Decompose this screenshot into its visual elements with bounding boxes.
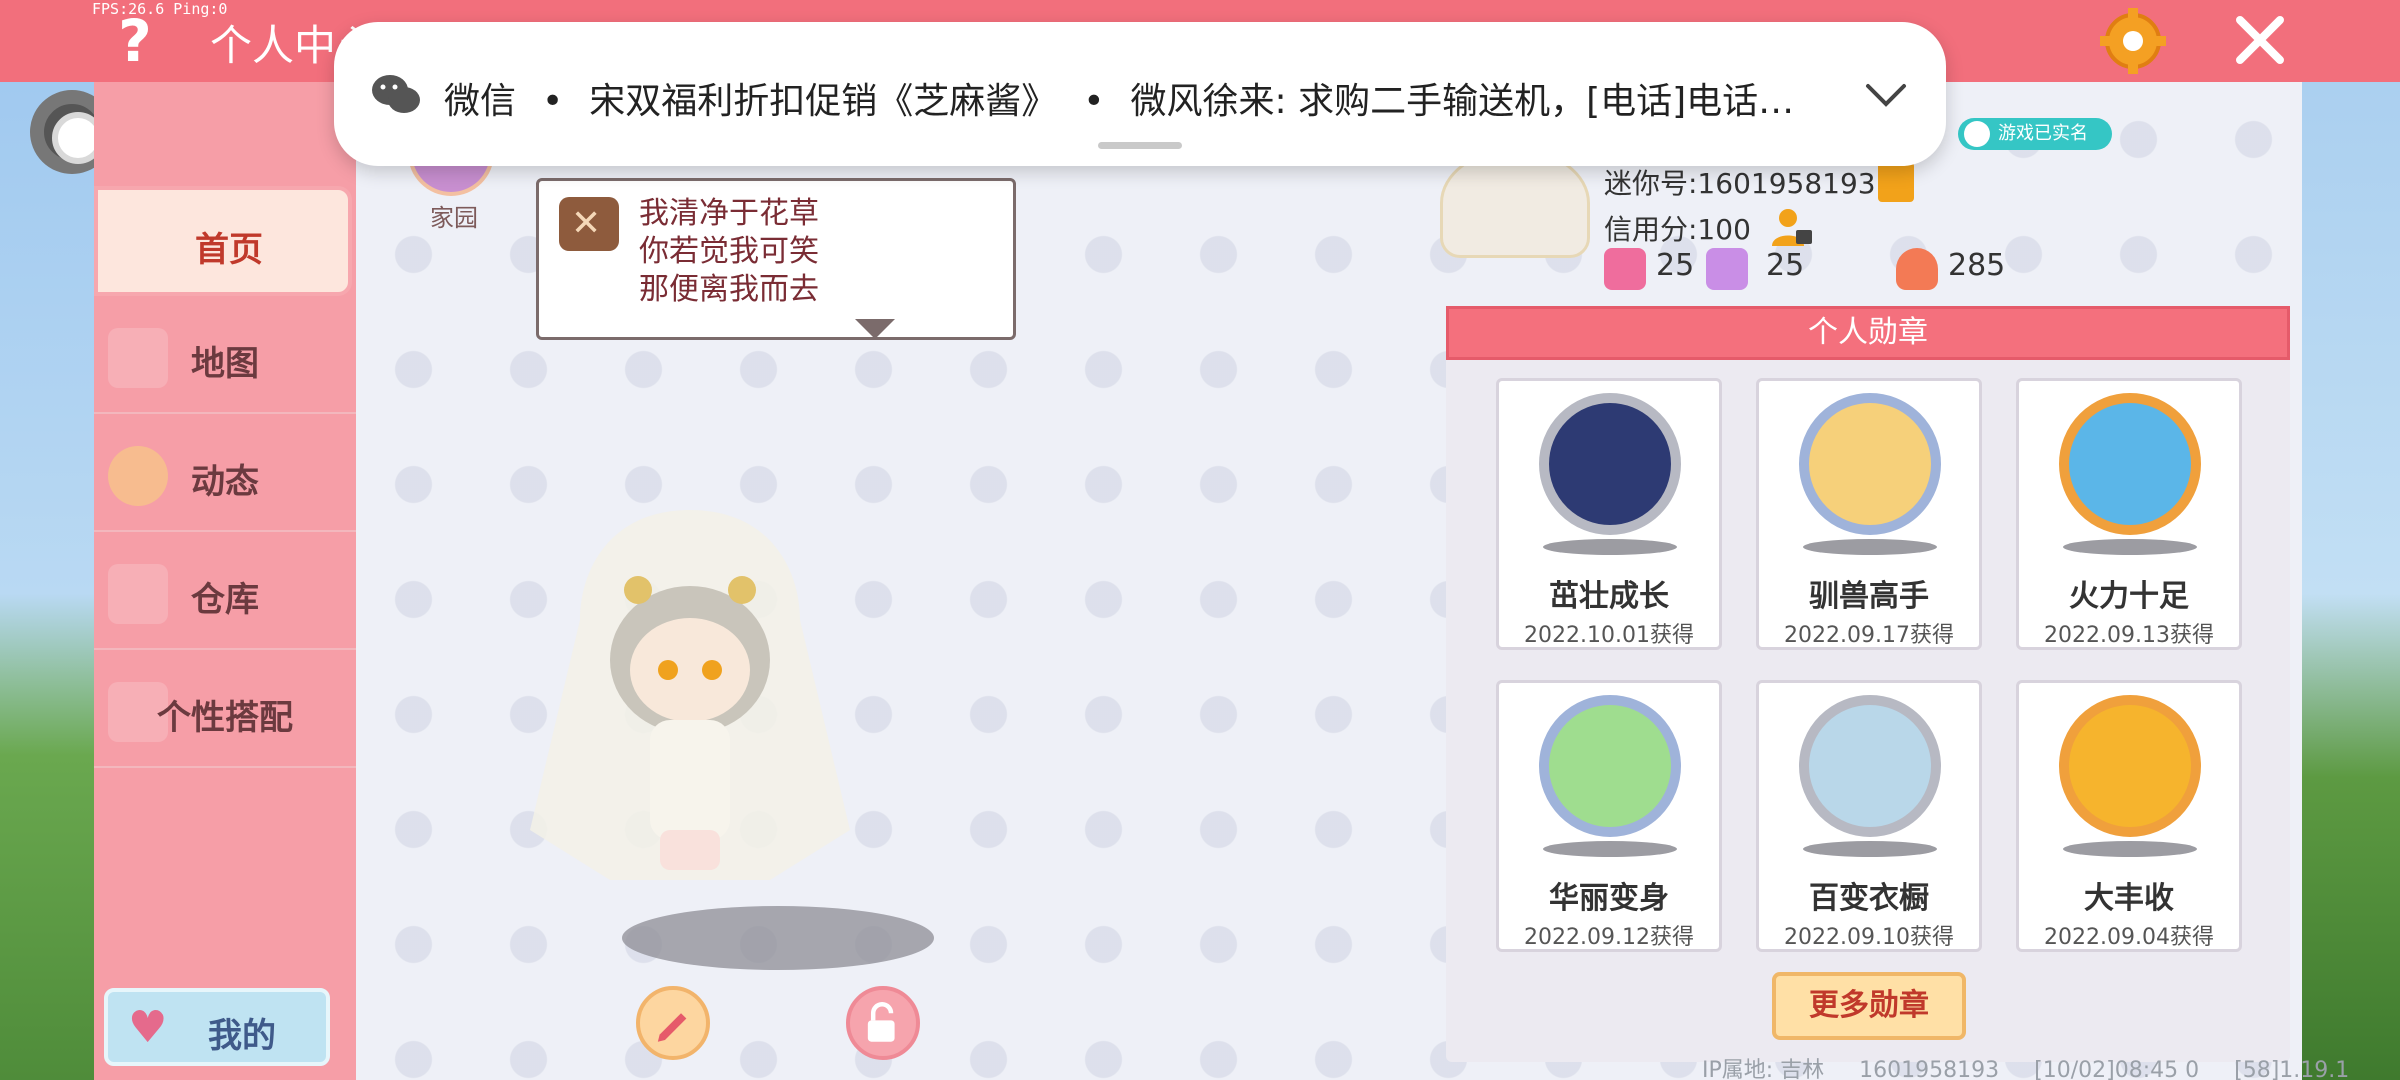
- flame-icon: [1896, 248, 1938, 290]
- dinosaur-medal-icon: [1539, 393, 1681, 535]
- notification-item: 宋双福利折扣促销《芝麻酱》: [589, 81, 1058, 122]
- chevron-down-icon[interactable]: [1864, 80, 1908, 110]
- mini-id: 迷你号:1601958193: [1604, 167, 1876, 200]
- transform-medal-icon: [1539, 695, 1681, 837]
- harvest-medal-icon: [2059, 695, 2201, 837]
- unlock-button[interactable]: [846, 986, 920, 1060]
- medal-card[interactable]: 百变衣橱 2022.09.10获得: [1756, 680, 1982, 952]
- signature-line: 我清净于花草: [639, 196, 819, 231]
- medal-card[interactable]: 火力十足 2022.09.13获得: [2016, 378, 2242, 650]
- notification-app: 微信: [444, 81, 517, 122]
- medal-card[interactable]: 华丽变身 2022.09.12获得: [1496, 680, 1722, 952]
- sidebar-nav: 首页 地图 动态 仓库 个性搭配 ♥ 我的: [94, 82, 356, 1080]
- footer-uid: 1601958193: [1859, 1058, 2000, 1080]
- sidebar-item-map[interactable]: 地图: [94, 304, 356, 414]
- wardrobe-medal-icon: [1799, 695, 1941, 837]
- sidebar-item-feed[interactable]: 动态: [94, 422, 356, 532]
- signature-line: 你若觉我可笑: [639, 234, 819, 269]
- unlock-icon: [867, 1002, 895, 1042]
- mine-label: 我的: [208, 1016, 276, 1056]
- copy-id-icon[interactable]: [1878, 162, 1914, 202]
- realname-badge: 游戏已实名: [1958, 118, 2112, 150]
- sidebar-item-label: 地图: [191, 344, 259, 384]
- stat-popularity: 285: [1948, 248, 2006, 283]
- sidebar-item-label: 个性搭配: [157, 698, 293, 738]
- sidebar-item-warehouse[interactable]: 仓库: [94, 540, 356, 650]
- close-icon[interactable]: [2232, 12, 2288, 68]
- credit-person-icon[interactable]: [1770, 204, 1814, 248]
- fans-icon: [1604, 248, 1646, 290]
- credit-score: 信用分:100: [1604, 213, 1751, 246]
- sidebar-item-home[interactable]: 首页: [94, 186, 352, 296]
- sidebar-item-label: 动态: [191, 462, 259, 502]
- more-medals-button[interactable]: 更多勋章: [1772, 972, 1966, 1040]
- medal-card[interactable]: 茁壮成长 2022.10.01获得: [1496, 378, 1722, 650]
- footer-version: [58]1.19.1: [2234, 1058, 2350, 1080]
- notification-item: 微风徐来: 求购二手输送机，[电话]电话…: [1130, 81, 1795, 122]
- drag-handle[interactable]: [1098, 142, 1182, 149]
- stat-fans: 25: [1656, 248, 1695, 283]
- ip-location: IP属地: 吉林: [1702, 1058, 1825, 1080]
- verified-person-icon: [1964, 121, 1990, 147]
- monkey-medal-icon: [1799, 393, 1941, 535]
- signature-line: 那便离我而去: [639, 272, 819, 307]
- medals-panel: 个人勋章 茁壮成长 2022.10.01获得 驯兽高手 2022.09.17获得…: [1446, 306, 2290, 1062]
- sidebar-item-label: 首页: [195, 230, 263, 270]
- pencil-icon: [657, 1013, 687, 1042]
- gear-icon[interactable]: [2100, 8, 2166, 74]
- notification-banner[interactable]: 微信 • 宋双福利折扣促销《芝麻酱》 • 微风徐来: 求购二手输送机，[电话]电话…: [334, 22, 1946, 166]
- game-background-right: [2290, 0, 2400, 1080]
- sidebar-item-label: 仓库: [191, 580, 259, 620]
- chat-bubble-icon: [559, 197, 619, 251]
- edit-button[interactable]: [636, 986, 710, 1060]
- likes-icon: [1706, 248, 1748, 290]
- home-label: 家园: [430, 204, 478, 232]
- chest-medal-icon: [2059, 393, 2201, 535]
- stat-likes: 25: [1766, 248, 1805, 283]
- sidebar-item-outfit[interactable]: 个性搭配: [94, 658, 356, 768]
- signature-speech-bubble: 我清净于花草 你若觉我可笑 那便离我而去: [536, 178, 1016, 340]
- footer-time: [10/02]08:45 0: [2034, 1058, 2200, 1080]
- help-icon[interactable]: ?: [108, 12, 162, 70]
- mine-button[interactable]: ♥ 我的: [104, 988, 330, 1066]
- medal-card[interactable]: 大丰收 2022.09.04获得: [2016, 680, 2242, 952]
- wechat-icon: [372, 75, 420, 113]
- heart-icon: ♥: [128, 1002, 168, 1053]
- medal-card[interactable]: 驯兽高手 2022.09.17获得: [1756, 378, 1982, 650]
- medals-title: 个人勋章: [1446, 306, 2290, 360]
- footer-info: IP属地: 吉林 1601958193 [10/02]08:45 0 [58]1…: [1702, 1052, 2377, 1080]
- character-avatar[interactable]: [490, 500, 890, 920]
